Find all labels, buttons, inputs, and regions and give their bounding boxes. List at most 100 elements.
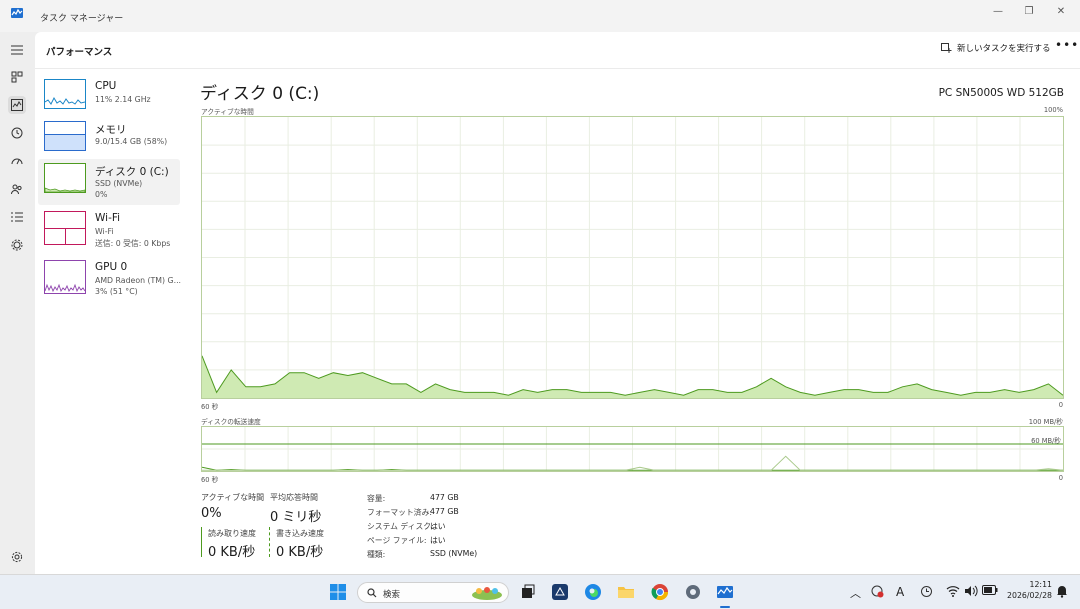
resource-list: CPU 11% 2.14 GHz メモリ 9.0/15.4 GB (58%) デ… <box>35 69 187 574</box>
page-title: パフォーマンス <box>46 47 113 58</box>
window-title: タスク マネージャー <box>40 14 124 24</box>
transfer-rate-graph: 60 MB/秒 <box>201 426 1064 472</box>
pinned-app-icon[interactable] <box>551 583 569 601</box>
disk-usage: 0% <box>95 190 108 199</box>
ime-indicator[interactable]: A <box>896 585 904 599</box>
read-speed-indicator <box>201 527 202 557</box>
content-area: パフォーマンス 新しいタスクを実行する ••• CPU 11% 2.14 GHz… <box>35 32 1080 574</box>
sidebar-item-memory[interactable]: メモリ 9.0/15.4 GB (58%) <box>38 117 180 163</box>
avg-response-label: 平均応答時間 <box>270 493 318 502</box>
hamburger-menu-icon[interactable] <box>8 41 26 59</box>
capacity-value: 477 GB <box>430 493 459 502</box>
clock-date: 2026/02/28 <box>1007 591 1052 600</box>
notification-bell-icon[interactable] <box>1056 585 1068 601</box>
memory-thumbnail <box>44 121 86 151</box>
details-icon[interactable] <box>8 208 26 226</box>
cpu-usage: 11% 2.14 GHz <box>95 95 151 104</box>
transfer-graph-time-end: 0 <box>1058 474 1063 482</box>
disk-thumbnail <box>44 163 86 193</box>
task-view-icon[interactable] <box>519 583 537 601</box>
capacity-label: 容量: <box>367 494 386 503</box>
chrome-browser-icon[interactable] <box>651 583 669 601</box>
disk-type-value: SSD (NVMe) <box>430 549 478 558</box>
memory-name: メモリ <box>95 124 127 136</box>
search-placeholder: 検索 <box>383 590 401 600</box>
settings-app-icon[interactable] <box>684 583 702 601</box>
write-speed-indicator <box>269 527 270 557</box>
transfer-graph-time-start: 60 秒 <box>201 476 219 484</box>
minimize-button[interactable]: — <box>986 5 1010 19</box>
gpu-usage: 3% (51 °C) <box>95 287 138 296</box>
run-new-task-button[interactable]: 新しいタスクを実行する <box>941 42 1051 54</box>
tray-status-icon[interactable] <box>920 585 933 601</box>
startup-apps-icon[interactable] <box>8 152 26 170</box>
settings-gear-icon[interactable] <box>8 548 26 566</box>
tray-app-icon[interactable] <box>871 585 884 601</box>
search-highlight-image-icon <box>472 587 502 600</box>
transfer-rate-graph-label: ディスクの転送速度 <box>201 418 261 426</box>
disk-title: ディスク 0 (C:) <box>200 84 320 104</box>
page-file-value: はい <box>430 536 446 545</box>
formatted-value: 477 GB <box>430 507 459 516</box>
edge-browser-icon[interactable] <box>584 583 602 601</box>
run-new-task-label: 新しいタスクを実行する <box>957 44 1051 54</box>
battery-icon[interactable] <box>982 585 998 598</box>
transfer-rate-max-label: 100 MB/秒 <box>1028 418 1063 426</box>
run-task-icon <box>941 42 952 53</box>
gpu-thumbnail <box>44 260 86 294</box>
active-time-stat-label: アクティブな時間 <box>201 493 265 502</box>
system-disk-value: はい <box>430 522 446 531</box>
active-time-series <box>201 117 1064 398</box>
memory-usage: 9.0/15.4 GB (58%) <box>95 137 168 146</box>
active-time-stat-value: 0% <box>201 506 222 521</box>
transfer-rate-series <box>201 427 1064 471</box>
show-hidden-icons-chevron-up-icon[interactable]: ︿ <box>850 585 861 601</box>
system-clock[interactable]: 12:11 2026/02/28 <box>1005 579 1052 601</box>
restore-button[interactable]: ❐ <box>1017 5 1041 19</box>
wifi-throughput: 送信: 0 受信: 0 Kbps <box>95 239 171 248</box>
sidebar-item-cpu[interactable]: CPU 11% 2.14 GHz <box>38 75 180 121</box>
close-button[interactable]: ✕ <box>1049 5 1073 19</box>
disk-model: PC SN5000S WD 512GB <box>938 87 1064 99</box>
disk-detail-panel: ディスク 0 (C:) PC SN5000S WD 512GB アクティブな時間… <box>187 69 1080 574</box>
file-explorer-icon[interactable] <box>617 583 635 601</box>
wifi-name: Wi-Fi <box>95 212 121 224</box>
title-bar: タスク マネージャー — ❐ ✕ <box>0 0 1080 32</box>
services-icon[interactable] <box>8 236 26 254</box>
sidebar-item-gpu-0[interactable]: GPU 0 AMD Radeon (TM) G... 3% (51 °C) <box>38 256 182 302</box>
wifi-icon[interactable] <box>946 585 960 600</box>
task-manager-app-icon <box>11 8 23 18</box>
start-windows-icon[interactable] <box>329 583 347 601</box>
disk-type: SSD (NVMe) <box>95 179 143 188</box>
read-speed-label: 読み取り速度 <box>208 529 256 538</box>
wifi-adapter: Wi-Fi <box>95 227 114 236</box>
taskbar: 検索 ︿ A 12:11 2026/02/28 <box>0 574 1080 609</box>
more-options-icon[interactable]: ••• <box>1055 38 1079 52</box>
read-speed-value: 0 KB/秒 <box>208 545 256 560</box>
page-file-label: ページ ファイル: <box>367 536 427 545</box>
processes-icon[interactable] <box>8 68 26 86</box>
gpu-model: AMD Radeon (TM) G... <box>95 276 182 285</box>
wifi-thumbnail <box>44 211 86 245</box>
taskbar-search[interactable]: 検索 <box>357 582 509 603</box>
cpu-name: CPU <box>95 80 117 92</box>
performance-icon[interactable] <box>8 96 26 114</box>
users-icon[interactable] <box>8 180 26 198</box>
active-time-max-label: 100% <box>1043 106 1063 114</box>
clock-time: 12:11 <box>1029 580 1052 589</box>
volume-icon[interactable] <box>964 585 978 600</box>
gpu-name: GPU 0 <box>95 261 128 273</box>
active-time-graph-label: アクティブな時間 <box>201 108 254 116</box>
write-speed-value: 0 KB/秒 <box>276 545 324 560</box>
sidebar-item-disk-0[interactable]: ディスク 0 (C:) SSD (NVMe) 0% <box>38 159 180 205</box>
disk-name: ディスク 0 (C:) <box>95 166 169 178</box>
active-time-graph <box>201 116 1064 399</box>
navigation-rail <box>0 32 35 574</box>
task-manager-taskbar-icon[interactable] <box>716 583 734 601</box>
app-history-icon[interactable] <box>8 124 26 142</box>
avg-response-value: 0 ミリ秒 <box>270 510 322 525</box>
transfer-rate-scale-label: 60 MB/秒 <box>1031 437 1061 445</box>
sidebar-item-wifi[interactable]: Wi-Fi Wi-Fi 送信: 0 受信: 0 Kbps <box>38 207 180 253</box>
system-disk-label: システム ディスク: <box>367 522 434 531</box>
cpu-thumbnail <box>44 79 86 109</box>
